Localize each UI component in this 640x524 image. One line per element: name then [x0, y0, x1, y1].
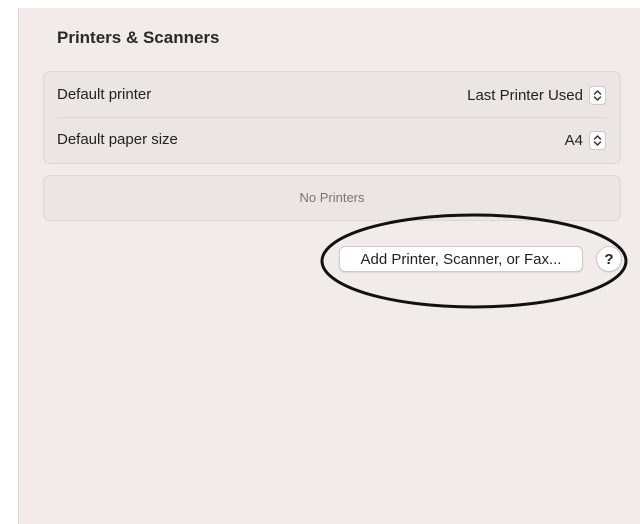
- chevron-up-down-icon: [589, 85, 606, 105]
- add-printer-button[interactable]: Add Printer, Scanner, or Fax...: [339, 246, 583, 272]
- settings-window: Printers & Scanners Default printer Last…: [18, 8, 640, 524]
- default-paper-size-row: Default paper size A4: [44, 117, 620, 162]
- page-title: Printers & Scanners: [57, 28, 220, 47]
- default-printer-popup[interactable]: Last Printer Used: [467, 84, 606, 106]
- no-printers-label: No Printers: [299, 190, 365, 205]
- defaults-settings-group: Default printer Last Printer Used Defaul…: [43, 71, 621, 164]
- default-paper-size-label: Default paper size: [57, 131, 178, 148]
- default-paper-size-value: A4: [564, 131, 583, 149]
- default-paper-size-popup[interactable]: A4: [565, 129, 606, 151]
- printers-list: No Printers: [43, 175, 621, 221]
- help-button[interactable]: ?: [596, 246, 622, 272]
- chevron-up-down-icon: [589, 130, 606, 150]
- default-printer-row: Default printer Last Printer Used: [44, 72, 620, 117]
- default-printer-label: Default printer: [57, 86, 152, 103]
- default-printer-value: Last Printer Used: [467, 86, 583, 104]
